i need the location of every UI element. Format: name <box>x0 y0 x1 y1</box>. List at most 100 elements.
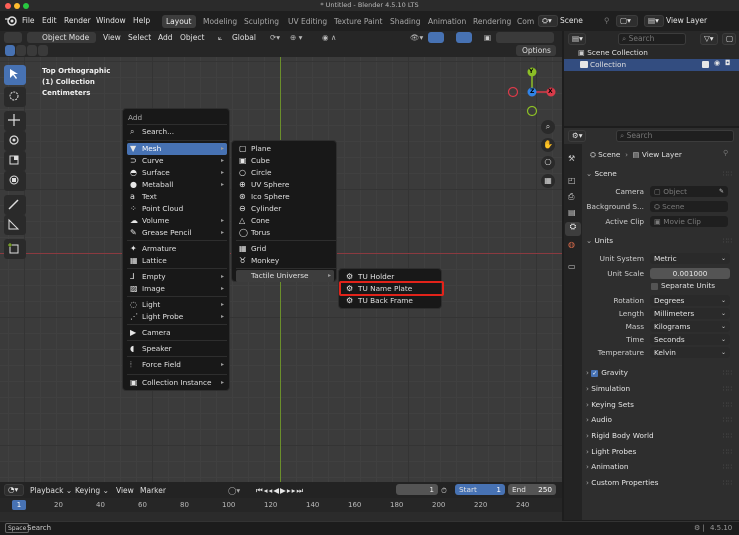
filter-icon[interactable]: ▽▾ <box>700 33 718 45</box>
scene-selector-icon[interactable]: ⛭▾ <box>538 15 558 27</box>
record-icon[interactable]: ◯▾ <box>228 485 240 496</box>
tool-tab-icon[interactable]: ⚒ <box>568 154 575 163</box>
pan-hand-icon[interactable]: ✋ <box>541 138 555 152</box>
menu-object[interactable]: Object <box>180 32 204 43</box>
tab-sculpting[interactable]: Sculpting <box>240 15 283 28</box>
drag-grip-icon[interactable]: ∷∷ <box>723 382 732 396</box>
transform-tool-icon[interactable] <box>4 171 26 191</box>
tab-shading[interactable]: Shading <box>386 15 424 28</box>
select-subtract-icon[interactable] <box>27 45 37 56</box>
mesh-item-monkey[interactable]: ♉ Monkey <box>236 255 334 267</box>
orientation-icon[interactable]: ⟀ <box>218 32 223 43</box>
tu-item-tu-back-frame[interactable]: ⚙ TU Back Frame <box>343 295 439 307</box>
include-checkbox-icon[interactable] <box>702 61 709 68</box>
menu-add[interactable]: Add <box>158 32 173 43</box>
menu-window[interactable]: Window <box>96 15 126 27</box>
add-menu-search[interactable]: ⌕ Search... <box>127 126 227 138</box>
pin-icon[interactable]: ⚲ <box>723 149 728 157</box>
custom-properties-panel-header[interactable]: › Custom Properties ∷∷ <box>586 476 734 490</box>
ortho-grid-icon[interactable]: ▦ <box>541 174 555 188</box>
drag-grip-icon[interactable]: ∷∷ <box>723 429 732 443</box>
gravity-checkbox[interactable]: ✓ <box>591 370 599 377</box>
current-frame-marker[interactable]: 1 <box>12 500 26 510</box>
view-layer-name[interactable]: View Layer <box>666 15 707 27</box>
pivot-icon[interactable]: ⟳▾ <box>270 32 280 43</box>
time-select[interactable]: Seconds ⌄ <box>650 334 730 345</box>
tab-uv-editing[interactable]: UV Editing <box>284 15 331 28</box>
new-scene-icon[interactable]: ▢▾ <box>616 15 638 27</box>
mass-select[interactable]: Kilograms ⌄ <box>650 321 730 332</box>
clock-icon[interactable]: ⏱ <box>441 485 447 496</box>
add-menu-item-mesh[interactable]: ▼ Mesh ▸ <box>127 143 227 155</box>
end-frame-input[interactable]: End 250 <box>508 484 556 495</box>
drag-grip-icon[interactable]: ∷∷ <box>723 366 732 380</box>
add-menu-item-light-probe[interactable]: ⋰ Light Probe ▸ <box>127 311 227 323</box>
mesh-item-cylinder[interactable]: ⊖ Cylinder <box>236 203 334 215</box>
add-menu-item-volume[interactable]: ☁ Volume ▸ <box>127 215 227 227</box>
menu-keying[interactable]: Keying ⌄ <box>75 485 109 496</box>
drag-grip-icon[interactable]: ∷∷ <box>723 460 732 474</box>
annotate-tool-icon[interactable] <box>4 195 26 215</box>
temperature-select[interactable]: Kelvin ⌄ <box>650 347 730 358</box>
add-menu-item-image[interactable]: ▨ Image ▸ <box>127 283 227 295</box>
timeline-editor-icon[interactable]: ◔▾ <box>4 484 24 496</box>
scale-tool-icon[interactable] <box>4 151 26 171</box>
blender-logo-icon[interactable] <box>5 16 17 26</box>
move-tool-icon[interactable] <box>4 111 26 131</box>
outliner-row-collection[interactable]: Collection ◉ ◘ <box>564 59 739 71</box>
mesh-item-torus[interactable]: ◯ Torus <box>236 227 334 239</box>
drag-grip-icon[interactable]: ∷∷ <box>723 445 732 459</box>
add-menu-item-lattice[interactable]: ▦ Lattice <box>127 255 227 267</box>
pin-icon[interactable]: ⚲ <box>604 15 610 27</box>
add-menu-item-camera[interactable]: ▶ Camera <box>127 327 227 339</box>
current-frame-input[interactable]: 1 <box>396 484 438 495</box>
drag-grip-icon[interactable]: ∷∷ <box>723 476 732 490</box>
snap-icon[interactable]: ⊕ ▾ <box>290 32 302 43</box>
properties-editor-icon[interactable]: ⚙▾ <box>568 130 586 142</box>
gizmo-toggle-icon[interactable] <box>428 32 444 43</box>
audio-panel-header[interactable]: › Audio ∷∷ <box>586 413 734 427</box>
scene-tab-icon[interactable]: ⛭ <box>565 222 581 236</box>
background-scene-field[interactable]: ⛭ Scene <box>650 201 728 212</box>
keying-sets-panel-header[interactable]: › Keying Sets ∷∷ <box>586 398 734 412</box>
menu-render[interactable]: Render <box>64 15 91 27</box>
add-menu-item-surface[interactable]: ◓ Surface ▸ <box>127 167 227 179</box>
outliner-editor-icon[interactable]: ▤▾ <box>568 33 586 45</box>
add-cube-tool-icon[interactable] <box>4 239 26 259</box>
tab-texture-paint[interactable]: Texture Paint <box>330 15 386 28</box>
light-probes-panel-header[interactable]: › Light Probes ∷∷ <box>586 445 734 459</box>
menu-view[interactable]: View <box>103 32 121 43</box>
select-invert-icon[interactable] <box>38 45 48 56</box>
navigation-gizmo[interactable]: Y X Z <box>506 66 558 118</box>
menu-select[interactable]: Select <box>128 32 151 43</box>
world-tab-icon[interactable]: ◍ <box>568 240 575 249</box>
length-select[interactable]: Millimeters ⌄ <box>650 308 730 319</box>
add-menu-item-text[interactable]: a Text <box>127 191 227 203</box>
rigid-body-world-panel-header[interactable]: › Rigid Body World ∷∷ <box>586 429 734 443</box>
gravity-panel-header[interactable]: › ✓ Gravity ∷∷ <box>586 366 734 380</box>
add-menu-item-curve[interactable]: ⊃ Curve ▸ <box>127 155 227 167</box>
zoom-icon[interactable]: ⌕ <box>541 120 555 134</box>
tab-modeling[interactable]: Modeling <box>199 15 241 28</box>
mesh-item-uv-sphere[interactable]: ⊕ UV Sphere <box>236 179 334 191</box>
overlay-toggle-icon[interactable] <box>456 32 472 43</box>
outliner-search-input[interactable]: ⌕ Search <box>618 33 686 45</box>
cursor-tool-icon[interactable] <box>4 87 26 107</box>
menu-timeline-view[interactable]: View <box>116 485 134 496</box>
view-layer-selector-icon[interactable]: ▤▾ <box>644 15 664 27</box>
maximize-window-icon[interactable] <box>23 3 29 9</box>
close-window-icon[interactable] <box>5 3 11 9</box>
separate-units-checkbox[interactable] <box>651 283 658 290</box>
proportional-edit-icon[interactable]: ◉ ∧ <box>322 32 336 43</box>
new-collection-icon[interactable]: ▢ <box>722 33 736 45</box>
unit-scale-input[interactable]: 0.001000 <box>650 268 730 279</box>
camera-view-icon[interactable]: ⎔ <box>541 156 555 170</box>
select-tool-icon[interactable] <box>4 65 26 85</box>
add-menu-item-empty[interactable]: ⅃ Empty ▸ <box>127 271 227 283</box>
collection-tab-icon[interactable]: ▭ <box>568 262 576 271</box>
scene-panel-header[interactable]: ⌄ Scene ∷∷ <box>586 167 734 181</box>
mesh-item-plane[interactable]: ▢ Plane <box>236 143 334 155</box>
properties-search-input[interactable]: ⌕ Search <box>616 130 734 142</box>
menu-help[interactable]: Help <box>133 15 150 27</box>
eye-icon[interactable]: ◉ <box>714 59 720 67</box>
